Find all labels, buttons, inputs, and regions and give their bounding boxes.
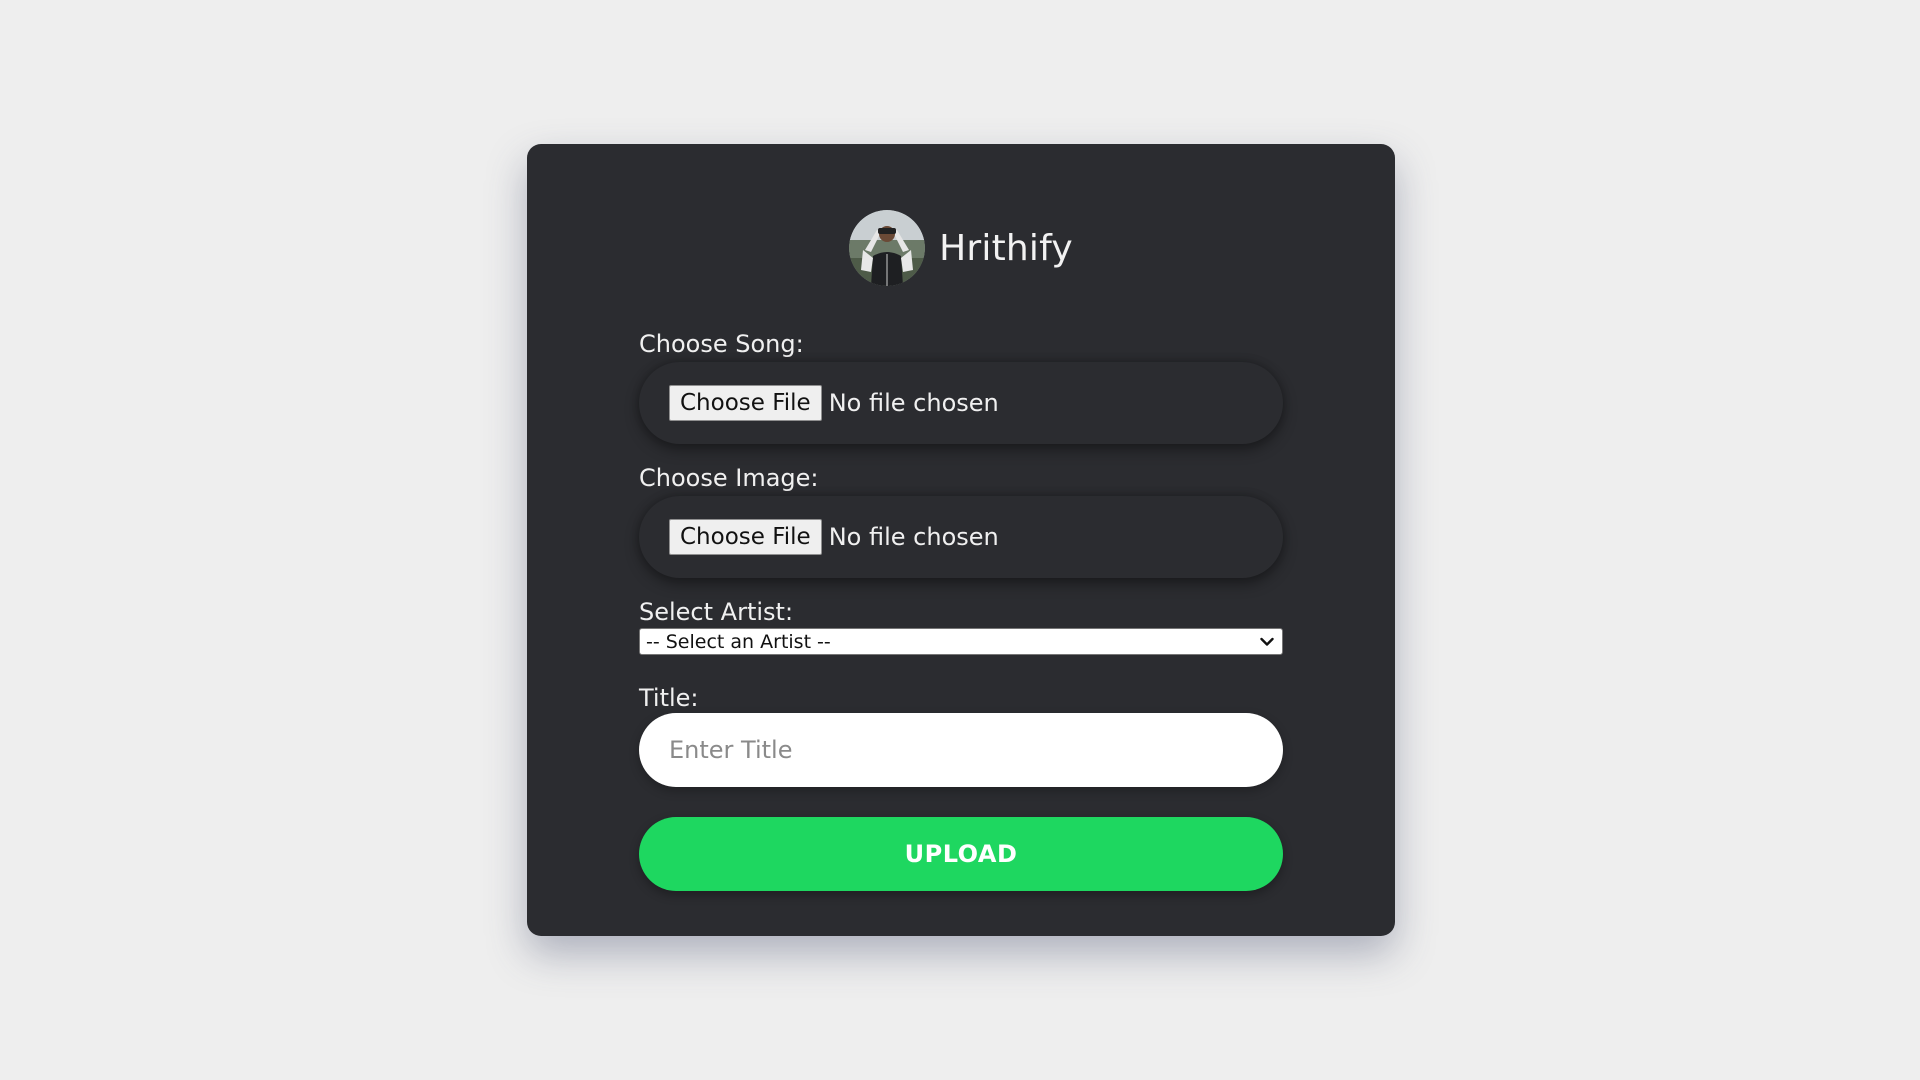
chevron-down-icon bbox=[1260, 637, 1274, 646]
choose-song-label: Choose Song: bbox=[639, 330, 804, 358]
image-file-status: No file chosen bbox=[828, 523, 999, 551]
title-input[interactable]: Enter Title bbox=[639, 713, 1283, 787]
song-file-input[interactable]: Choose File No file chosen bbox=[639, 362, 1283, 444]
title-label: Title: bbox=[639, 684, 699, 712]
select-artist-label: Select Artist: bbox=[639, 598, 794, 626]
upload-button[interactable]: UPLOAD bbox=[639, 817, 1283, 891]
image-file-input[interactable]: Choose File No file chosen bbox=[639, 496, 1283, 578]
choose-image-label: Choose Image: bbox=[639, 464, 819, 492]
title-input-placeholder: Enter Title bbox=[669, 736, 793, 764]
artist-select-value: -- Select an Artist -- bbox=[646, 630, 831, 653]
song-file-status: No file chosen bbox=[828, 389, 999, 417]
choose-song-file-button[interactable]: Choose File bbox=[669, 385, 822, 421]
artist-select[interactable]: -- Select an Artist -- bbox=[639, 628, 1283, 655]
upload-card: Hrithify Choose Song: Choose File No fil… bbox=[527, 144, 1395, 936]
user-avatar-icon bbox=[849, 210, 926, 286]
brand-name: Hrithify bbox=[939, 227, 1073, 269]
choose-image-file-button[interactable]: Choose File bbox=[669, 519, 822, 555]
brand-header: Hrithify bbox=[527, 210, 1395, 286]
